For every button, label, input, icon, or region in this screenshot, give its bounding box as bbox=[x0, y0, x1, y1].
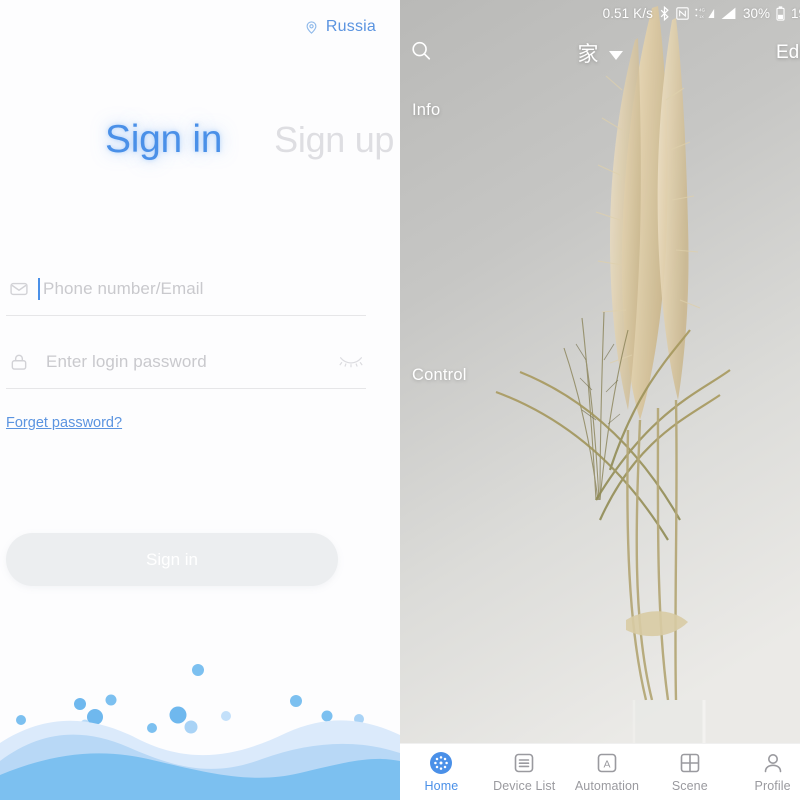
chevron-down-icon bbox=[608, 50, 623, 60]
login-screen: Russia Sign in Sign up Phone number/Emai… bbox=[0, 0, 400, 800]
text-cursor bbox=[38, 277, 40, 300]
tab-sign-up[interactable]: Sign up bbox=[274, 119, 394, 161]
nav-label-automation: Automation bbox=[574, 779, 640, 793]
nav-item-home[interactable]: Home bbox=[400, 751, 483, 793]
account-field[interactable]: Phone number/Email bbox=[6, 262, 366, 316]
edit-button[interactable]: Edit bbox=[776, 42, 800, 64]
account-placeholder: Phone number/Email bbox=[43, 278, 204, 298]
password-field[interactable]: Enter login password bbox=[6, 335, 366, 389]
lock-icon bbox=[6, 352, 32, 372]
eye-closed-icon[interactable] bbox=[338, 351, 364, 372]
nav-item-scene[interactable]: Scene bbox=[648, 751, 731, 793]
home-selector[interactable]: 家 bbox=[400, 38, 800, 68]
password-placeholder: Enter login password bbox=[46, 351, 207, 371]
grid-icon bbox=[678, 751, 702, 775]
nfc-icon bbox=[676, 6, 689, 20]
nav-label-profile: Profile bbox=[754, 779, 791, 793]
region-selector[interactable]: Russia bbox=[304, 18, 376, 36]
nav-item-device-list[interactable]: Device List bbox=[483, 751, 566, 793]
background-photo bbox=[400, 0, 800, 800]
home-name-label: 家 bbox=[577, 43, 600, 66]
control-section-label: Control bbox=[412, 366, 467, 384]
login-form: Phone number/Email Enter login password bbox=[0, 262, 400, 389]
clock: 19 bbox=[790, 5, 800, 21]
sim-4g-signal-icon: 4G 1X bbox=[695, 6, 715, 20]
search-icon[interactable] bbox=[410, 40, 432, 67]
envelope-icon bbox=[6, 279, 32, 299]
letter-a-box-icon: A bbox=[595, 751, 619, 775]
person-icon bbox=[761, 751, 785, 775]
home-dots-circle-icon bbox=[429, 751, 453, 775]
app-header: 家 Edit bbox=[400, 32, 800, 74]
region-label: Russia bbox=[325, 18, 376, 35]
nav-label-device-list: Device List bbox=[493, 779, 556, 793]
battery-percent: 30% bbox=[742, 5, 770, 21]
bluetooth-icon bbox=[659, 5, 670, 21]
auth-tabs: Sign in Sign up bbox=[105, 118, 394, 162]
svg-text:A: A bbox=[603, 759, 610, 771]
list-icon bbox=[512, 751, 536, 775]
nav-label-scene: Scene bbox=[671, 779, 708, 793]
tab-sign-in[interactable]: Sign in bbox=[105, 118, 222, 162]
forgot-password-link[interactable]: Forget password? bbox=[6, 415, 122, 431]
dual-screenshot: Russia Sign in Sign up Phone number/Emai… bbox=[0, 0, 800, 800]
bottom-navigation: Home Device List A Automation Scene Prof… bbox=[400, 743, 800, 800]
svg-text:4G: 4G bbox=[699, 8, 705, 13]
battery-icon bbox=[776, 5, 785, 21]
nav-item-profile[interactable]: Profile bbox=[731, 751, 800, 793]
nav-item-automation[interactable]: A Automation bbox=[566, 751, 649, 793]
network-speed: 0.51 K/s bbox=[602, 5, 653, 21]
wave-decoration bbox=[0, 664, 400, 800]
signal-bars-icon bbox=[721, 7, 737, 20]
nav-label-home: Home bbox=[424, 779, 459, 793]
status-bar: 0.51 K/s 4G 1X 30% 1 bbox=[400, 0, 800, 26]
smart-home-screen: 0.51 K/s 4G 1X 30% 1 家 Ed Info Control H… bbox=[400, 0, 800, 800]
svg-text:1X: 1X bbox=[699, 15, 704, 19]
sign-in-button[interactable]: Sign in bbox=[6, 533, 338, 586]
info-section-label: Info bbox=[412, 101, 441, 119]
location-pin-icon bbox=[304, 20, 319, 35]
